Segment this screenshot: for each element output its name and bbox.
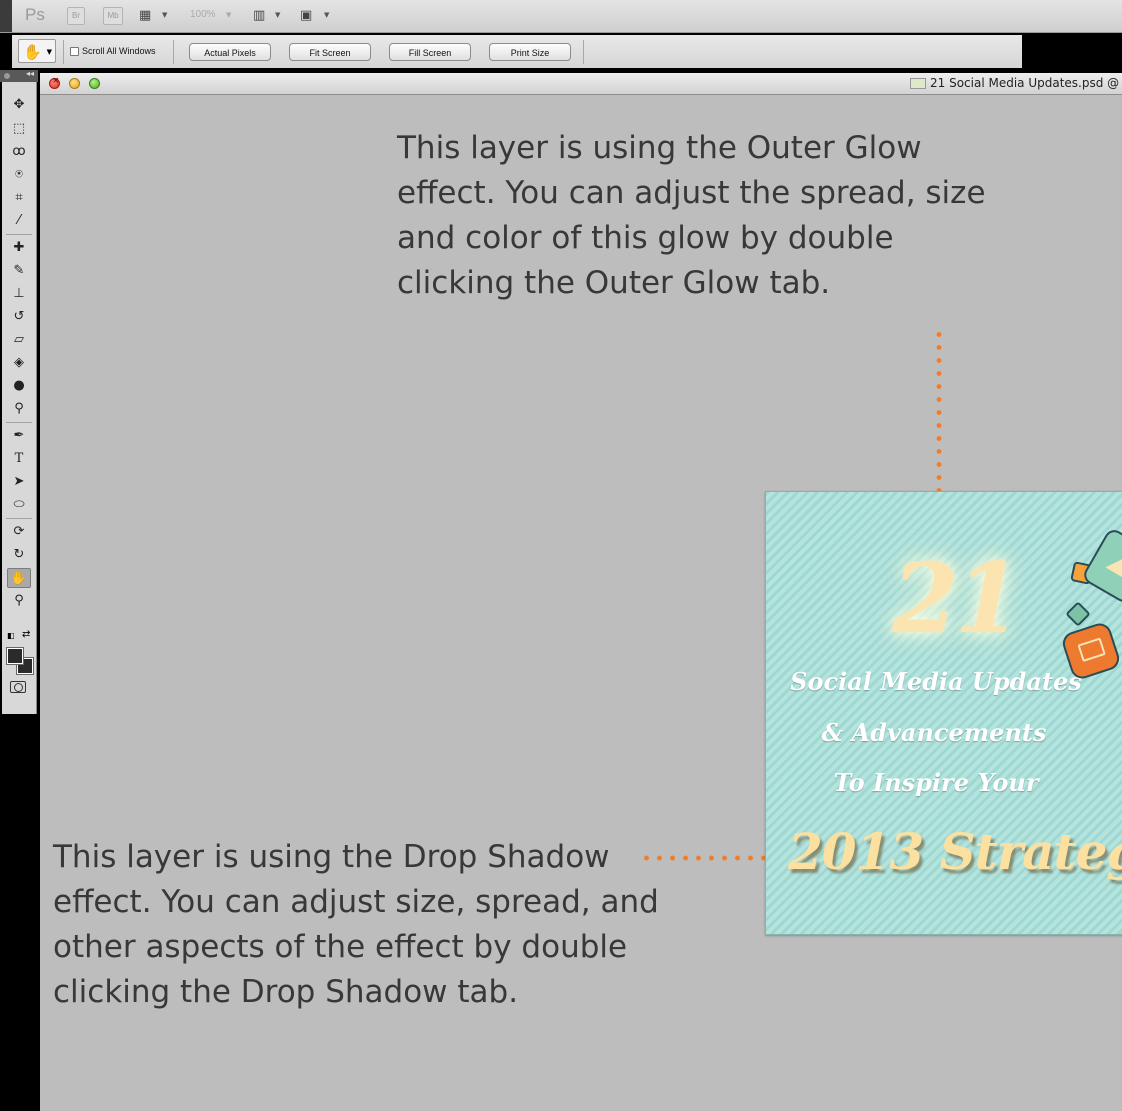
type-tool-icon[interactable]: T [7, 449, 31, 469]
printer-icon [1077, 637, 1106, 663]
clone-stamp-tool-icon[interactable]: ⊥ [7, 284, 31, 304]
divider [63, 40, 64, 64]
outer-glow-note: This layer is using the Outer Glow effec… [397, 130, 986, 301]
envelope-icon [1105, 551, 1122, 580]
divider [583, 40, 584, 64]
healing-brush-tool-icon[interactable]: ✚ [7, 238, 31, 258]
print-size-button[interactable]: Print Size [489, 43, 571, 61]
extras-icon[interactable]: ▦ [139, 8, 151, 23]
appbar-grip [0, 0, 12, 32]
arrange-documents-icon[interactable]: ▥ [253, 8, 265, 23]
history-brush-tool-icon[interactable]: ↺ [7, 307, 31, 327]
fill-screen-button[interactable]: Fill Screen [389, 43, 471, 61]
options-bar: ✋ ▼ Scroll All Windows Actual Pixels Fit … [0, 33, 1122, 70]
crop-tool-icon[interactable]: ⌗ [7, 188, 31, 208]
drop-shadow-leader-line [640, 855, 775, 861]
hand-tool-icon[interactable]: ✋ [7, 568, 31, 588]
move-tool-icon[interactable]: ✥ [7, 95, 31, 115]
chevron-down-icon[interactable]: ▼ [275, 11, 280, 19]
quick-mask-icon[interactable] [10, 681, 26, 693]
brush-tool-icon[interactable]: ✎ [7, 261, 31, 281]
lasso-tool-icon[interactable]: ꝏ [7, 142, 31, 162]
artwork-headline: 2013 Strategy [788, 822, 1122, 881]
artwork-line-1: Social Media Updates [790, 667, 1082, 696]
document-thumbnail-icon [910, 78, 926, 89]
chevron-down-icon: ▼ [46, 48, 52, 56]
tool-divider [6, 518, 32, 519]
default-colors-icon[interactable]: ◧ [7, 631, 15, 640]
scroll-all-windows-option[interactable]: Scroll All Windows [70, 46, 156, 56]
pen-tool-icon[interactable]: ✒ [7, 426, 31, 446]
blur-tool-icon[interactable]: ● [7, 376, 31, 396]
minimize-window-button[interactable] [69, 78, 80, 89]
scroll-all-windows-label: Scroll All Windows [82, 46, 156, 56]
paint-bucket-tool-icon[interactable]: ◈ [7, 353, 31, 373]
tool-divider [6, 422, 32, 423]
tools-list: ✥ ⬚ ꝏ ⍟ ⌗ ⁄ ✚ ✎ ⊥ ↺ ▱ ◈ ● ⚲ ✒ T ➤ ⬭ ⟳ ↻ … [2, 82, 37, 714]
options-bar-panel: ✋ ▼ Scroll All Windows Actual Pixels Fit … [12, 35, 1022, 68]
eyedropper-tool-icon[interactable]: ⁄ [7, 211, 31, 231]
mail-app-icon [1080, 526, 1122, 606]
eraser-tool-icon[interactable]: ▱ [7, 330, 31, 350]
tools-panel-header[interactable]: ◂◂ [0, 69, 38, 82]
application-bar: Ps Br Mb ▦ ▼ 100% ▼ ▥ ▼ ▣ ▼ [0, 0, 1122, 33]
3d-orbit-tool-icon[interactable]: ↻ [7, 545, 31, 565]
hand-icon: ✋ [23, 43, 42, 61]
chevron-down-icon[interactable]: ▼ [226, 11, 231, 19]
launch-minibridge-button[interactable]: Mb [103, 7, 123, 25]
close-window-button[interactable] [49, 76, 60, 89]
zoom-tool-icon[interactable]: ⚲ [7, 591, 31, 611]
tools-panel: ◂◂ ✥ ⬚ ꝏ ⍟ ⌗ ⁄ ✚ ✎ ⊥ ↺ ▱ ◈ ● ⚲ ✒ T ➤ ⬭ ⟳… [0, 69, 38, 1111]
fit-screen-button[interactable]: Fit Screen [289, 43, 371, 61]
marquee-tool-icon[interactable]: ⬚ [7, 119, 31, 139]
document-canvas[interactable]: This layer is using the Outer Glow effec… [40, 95, 1122, 1111]
photoshop-logo: Ps [25, 5, 45, 24]
design-artboard[interactable]: 21 Social Media Updates & Advancements T… [765, 491, 1122, 935]
launch-bridge-button[interactable]: Br [67, 7, 85, 25]
tool-preset-picker[interactable]: ✋ ▼ [18, 39, 56, 63]
foreground-color-swatch[interactable] [6, 647, 24, 665]
artwork-line-2: & Advancements [821, 718, 1047, 747]
chevron-down-icon[interactable]: ▼ [324, 11, 329, 19]
artwork-line-3: To Inspire Your [833, 768, 1039, 797]
divider [173, 40, 174, 64]
ellipse-tool-icon[interactable]: ⬭ [7, 495, 31, 515]
document-title-bar[interactable]: 21 Social Media Updates.psd @ [40, 73, 1122, 95]
dodge-tool-icon[interactable]: ⚲ [7, 399, 31, 419]
decorative-diamond-icon [1065, 601, 1091, 627]
zoom-window-button[interactable] [89, 78, 100, 89]
path-selection-tool-icon[interactable]: ➤ [7, 472, 31, 492]
scroll-all-windows-checkbox[interactable] [70, 46, 79, 56]
quick-selection-tool-icon[interactable]: ⍟ [7, 165, 31, 185]
screen-mode-icon[interactable]: ▣ [300, 8, 312, 23]
artwork-number: 21 [892, 542, 1022, 655]
chevron-down-icon[interactable]: ▼ [162, 11, 167, 19]
zoom-level-dropdown[interactable]: 100% [190, 9, 216, 20]
tool-divider [6, 234, 32, 235]
swap-colors-icon[interactable]: ⇄ [22, 629, 30, 640]
panel-close-icon[interactable] [4, 73, 10, 79]
document-title: 21 Social Media Updates.psd @ [930, 76, 1120, 90]
actual-pixels-button[interactable]: Actual Pixels [189, 43, 271, 61]
document-tab[interactable]: 21 Social Media Updates.psd @ [910, 76, 1119, 90]
collapse-panel-icon[interactable]: ◂◂ [26, 69, 34, 78]
3d-rotate-tool-icon[interactable]: ⟳ [7, 522, 31, 542]
drop-shadow-note: This layer is using the Drop Shadow effe… [53, 839, 659, 1010]
